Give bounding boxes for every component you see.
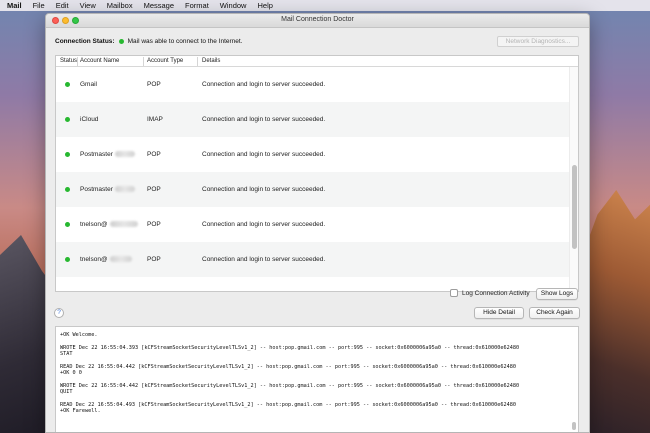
- account-name: iCloud: [80, 116, 99, 123]
- account-name: Postmaster: [80, 151, 113, 158]
- connection-log[interactable]: +OK Welcome. WROTE Dec 22 16:55:04.393 […: [55, 326, 579, 432]
- status-ok-icon: [65, 257, 70, 262]
- connection-status-text: Mail was able to connect to the Internet…: [127, 38, 243, 45]
- table-row[interactable]: Postmaster POP Connection and login to s…: [56, 137, 570, 172]
- log-line: +OK 0 0: [60, 370, 82, 376]
- status-ok-icon: [65, 117, 70, 122]
- redacted-text: [109, 256, 132, 263]
- column-divider: [197, 57, 198, 66]
- connection-doctor-window: Mail Connection Doctor Connection Status…: [45, 13, 590, 433]
- column-divider: [143, 57, 144, 66]
- column-header-details[interactable]: Details: [202, 58, 220, 64]
- redacted-text: [109, 221, 138, 228]
- column-header-account-type[interactable]: Account Type: [147, 58, 183, 64]
- account-type: POP: [147, 151, 161, 158]
- connection-status: Connection Status: Mail was able to conn…: [55, 38, 243, 45]
- column-header-account-name[interactable]: Account Name: [80, 58, 119, 64]
- menu-message[interactable]: Message: [144, 1, 174, 10]
- column-header-status[interactable]: Status: [60, 58, 77, 64]
- help-button[interactable]: ?: [54, 308, 64, 318]
- table-row[interactable]: tnelson@ POP Connection and login to ser…: [56, 207, 570, 242]
- redacted-text: [114, 151, 135, 158]
- menu-view[interactable]: View: [80, 1, 96, 10]
- account-type: POP: [147, 186, 161, 193]
- table-row[interactable]: Gmail POP Connection and login to server…: [56, 67, 570, 102]
- account-name: Gmail: [80, 81, 97, 88]
- account-name-wrapper: tnelson@: [80, 221, 138, 228]
- table-row[interactable]: tnelson@ POP Connection and login to ser…: [56, 242, 570, 277]
- log-line: READ Dec 22 16:55:04.493 [kCFStreamSocke…: [60, 402, 516, 408]
- log-line: +OK Farewell.: [60, 408, 101, 414]
- account-type: POP: [147, 221, 161, 228]
- log-line: QUIT: [60, 389, 73, 395]
- menu-mailbox[interactable]: Mailbox: [107, 1, 133, 10]
- account-name: tnelson@: [80, 221, 108, 228]
- account-name: Postmaster: [80, 186, 113, 193]
- status-ok-icon: [65, 152, 70, 157]
- log-line: +OK Welcome.: [60, 332, 98, 338]
- table-header: Status Account Name Account Type Details: [56, 56, 578, 67]
- menu-edit[interactable]: Edit: [56, 1, 69, 10]
- show-logs-button[interactable]: Show Logs: [536, 288, 578, 300]
- table-row[interactable]: Postmaster POP Connection and login to s…: [56, 172, 570, 207]
- connection-status-label: Connection Status:: [55, 38, 115, 45]
- status-ok-icon: [65, 82, 70, 87]
- menu-help[interactable]: Help: [257, 1, 272, 10]
- title-bar[interactable]: Mail Connection Doctor: [46, 14, 589, 28]
- account-details: Connection and login to server succeeded…: [202, 151, 326, 158]
- log-line: READ Dec 22 16:55:04.442 [kCFStreamSocke…: [60, 364, 516, 370]
- table-row[interactable]: iCloud IMAP Connection and login to serv…: [56, 102, 570, 137]
- menu-file[interactable]: File: [33, 1, 45, 10]
- log-line: WROTE Dec 22 16:55:04.442 [kCFStreamSock…: [60, 383, 520, 389]
- window-title: Mail Connection Doctor: [281, 16, 354, 23]
- account-details: Connection and login to server succeeded…: [202, 221, 326, 228]
- log-connection-activity-label[interactable]: Log Connection Activity: [462, 290, 530, 297]
- account-type: IMAP: [147, 116, 163, 123]
- status-ok-icon: [118, 39, 124, 44]
- status-ok-icon: [65, 222, 70, 227]
- account-details: Connection and login to server succeeded…: [202, 81, 326, 88]
- log-connection-activity-option[interactable]: Log Connection Activity: [450, 289, 530, 297]
- log-scrollbar-thumb[interactable]: [572, 422, 576, 430]
- hide-detail-button[interactable]: Hide Detail: [474, 307, 524, 319]
- account-type: POP: [147, 81, 161, 88]
- log-connection-activity-checkbox[interactable]: [450, 289, 458, 297]
- log-scrollbar[interactable]: [572, 333, 577, 432]
- log-line: WROTE Dec 22 16:55:04.393 [kCFStreamSock…: [60, 345, 520, 351]
- redacted-text: [114, 186, 135, 193]
- account-name-wrapper: Postmaster: [80, 186, 135, 193]
- account-name-wrapper: Postmaster: [80, 151, 135, 158]
- menu-format[interactable]: Format: [185, 1, 209, 10]
- table-scrollbar-thumb[interactable]: [572, 165, 577, 249]
- menu-window[interactable]: Window: [220, 1, 247, 10]
- accounts-table: Status Account Name Account Type Details…: [55, 55, 579, 292]
- menu-app-mail[interactable]: Mail: [7, 1, 22, 10]
- account-details: Connection and login to server succeeded…: [202, 256, 326, 263]
- column-divider: [77, 57, 78, 66]
- account-type: POP: [147, 256, 161, 263]
- table-scrollbar[interactable]: [569, 67, 578, 291]
- menu-bar: Mail File Edit View Mailbox Message Form…: [0, 0, 650, 11]
- network-diagnostics-button[interactable]: Network Diagnostics...: [497, 36, 579, 47]
- account-details: Connection and login to server succeeded…: [202, 186, 326, 193]
- account-name-wrapper: tnelson@: [80, 256, 132, 263]
- check-again-button[interactable]: Check Again: [529, 307, 580, 319]
- status-ok-icon: [65, 187, 70, 192]
- account-details: Connection and login to server succeeded…: [202, 116, 326, 123]
- log-line: STAT: [60, 351, 73, 357]
- account-name: tnelson@: [80, 256, 108, 263]
